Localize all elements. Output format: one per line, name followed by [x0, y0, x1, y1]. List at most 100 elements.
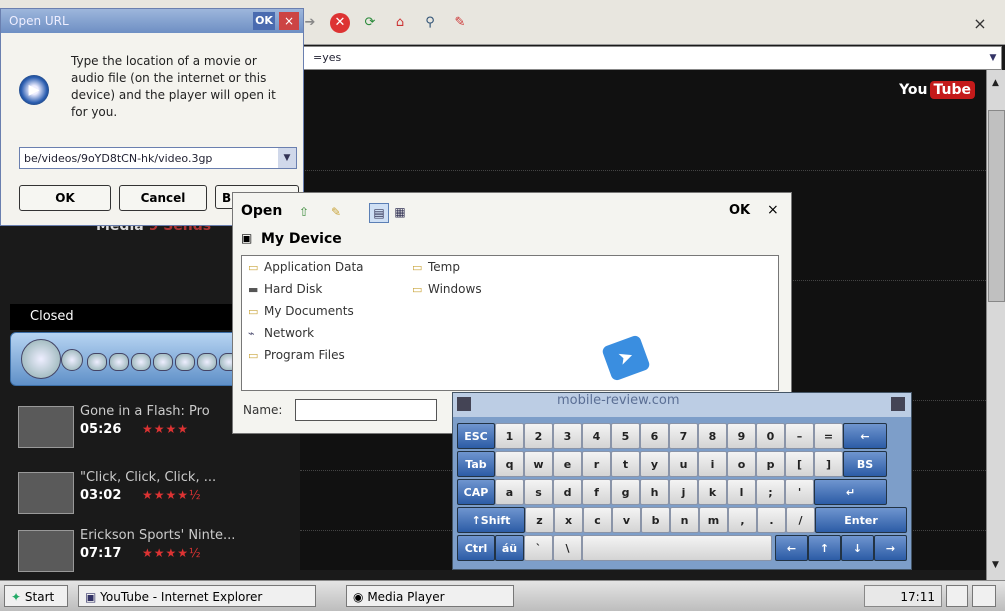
- favorites-icon[interactable]: ✎: [450, 13, 470, 33]
- key-row4-2[interactable]: x: [554, 507, 583, 533]
- chevron-down-icon[interactable]: ▼: [984, 48, 1002, 68]
- key-row2-2[interactable]: w: [524, 451, 553, 477]
- close-icon[interactable]: ×: [968, 12, 992, 36]
- key-row2-11[interactable]: [: [785, 451, 814, 477]
- folder-item[interactable]: ▭ Windows: [412, 282, 482, 296]
- keyboard-menu-icon[interactable]: [457, 397, 471, 411]
- video-thumbnail[interactable]: [18, 472, 74, 514]
- key-arrows-3[interactable]: →: [874, 535, 907, 561]
- key-row1-6[interactable]: 6: [640, 423, 669, 449]
- key-row3-10[interactable]: ;: [756, 479, 785, 505]
- key-row4-0[interactable]: ↑Shift: [457, 507, 525, 533]
- taskbar-item-media-player[interactable]: ◉ Media Player: [346, 585, 514, 607]
- key-row4-5[interactable]: b: [641, 507, 670, 533]
- key-row5-2[interactable]: `: [524, 535, 553, 561]
- up-folder-icon[interactable]: ⇧: [295, 203, 313, 221]
- key-row2-5[interactable]: t: [611, 451, 640, 477]
- previous-icon[interactable]: [87, 353, 107, 371]
- key-row2-0[interactable]: Tab: [457, 451, 495, 477]
- key-bs[interactable]: BS: [843, 451, 887, 477]
- scroll-up-icon[interactable]: ▲: [986, 78, 1005, 96]
- new-folder-icon[interactable]: ✎: [327, 203, 345, 221]
- key-row2-9[interactable]: o: [727, 451, 756, 477]
- folder-item[interactable]: ▭ Application Data: [248, 260, 364, 274]
- stop-icon[interactable]: ✕: [330, 13, 350, 33]
- key-row4-7[interactable]: m: [699, 507, 728, 533]
- key-row1-3[interactable]: 3: [553, 423, 582, 449]
- key-row5-3[interactable]: \: [553, 535, 582, 561]
- key-row2-4[interactable]: r: [582, 451, 611, 477]
- chevron-down-icon[interactable]: ▼: [278, 148, 296, 168]
- key-arrows-2[interactable]: ↓: [841, 535, 874, 561]
- key-row1-2[interactable]: 2: [524, 423, 553, 449]
- folder-item[interactable]: ▭ Temp: [412, 260, 460, 274]
- key-row3-9[interactable]: l: [727, 479, 756, 505]
- key-row3-7[interactable]: j: [669, 479, 698, 505]
- key-row2-8[interactable]: i: [698, 451, 727, 477]
- scroll-down-icon[interactable]: ▼: [986, 560, 1005, 578]
- key-row4-9[interactable]: .: [757, 507, 786, 533]
- key-row3-5[interactable]: g: [611, 479, 640, 505]
- key-row4-10[interactable]: /: [786, 507, 815, 533]
- desktop-icon[interactable]: [946, 585, 968, 607]
- key-row4-6[interactable]: n: [670, 507, 699, 533]
- key-row1-8[interactable]: 8: [698, 423, 727, 449]
- key-row3-2[interactable]: s: [524, 479, 553, 505]
- taskbar-item-ie[interactable]: ▣ YouTube - Internet Explorer: [78, 585, 316, 607]
- list-view-icon[interactable]: ▤: [369, 203, 389, 223]
- key-row2-7[interactable]: u: [669, 451, 698, 477]
- ok-button[interactable]: OK: [19, 185, 111, 211]
- cancel-button[interactable]: Cancel: [119, 185, 207, 211]
- key-row2-10[interactable]: p: [756, 451, 785, 477]
- key-back_arrow[interactable]: ←: [843, 423, 887, 449]
- space-key[interactable]: [582, 535, 772, 561]
- close-icon[interactable]: ×: [279, 12, 299, 30]
- rewind-icon[interactable]: [131, 353, 151, 371]
- volume-icon[interactable]: [175, 353, 195, 371]
- video-title[interactable]: "Click, Click, Click, ...: [80, 470, 216, 485]
- keyboard-hide-icon[interactable]: [891, 397, 905, 411]
- folder-item[interactable]: ▭ Program Files: [248, 348, 345, 362]
- key-row2-1[interactable]: q: [495, 451, 524, 477]
- key-row2-6[interactable]: y: [640, 451, 669, 477]
- url-input[interactable]: be/videos/9oYD8tCN-hk/video.3gp ▼: [19, 147, 297, 169]
- key-row3-6[interactable]: h: [640, 479, 669, 505]
- video-thumbnail[interactable]: [18, 530, 74, 572]
- key-row1-9[interactable]: 9: [727, 423, 756, 449]
- key-row1-1[interactable]: 1: [495, 423, 524, 449]
- address-bar[interactable]: =yes: [300, 46, 1002, 70]
- close-icon[interactable]: ×: [767, 202, 779, 218]
- input-panel-icon[interactable]: [972, 585, 996, 607]
- next-icon[interactable]: [109, 353, 129, 371]
- file-list[interactable]: ▭ Application Data ▬ Hard Disk ▭ My Documen…: [241, 255, 779, 391]
- key-arrows-0[interactable]: ←: [775, 535, 808, 561]
- key-row1-5[interactable]: 5: [611, 423, 640, 449]
- key-row2-12[interactable]: ]: [814, 451, 843, 477]
- key-row4-3[interactable]: c: [583, 507, 612, 533]
- key-row5-0[interactable]: Ctrl: [457, 535, 495, 561]
- list-item[interactable]: Erickson Sports' Ninte... 07:17 ★★★★½: [10, 524, 300, 580]
- key-enter_arrow[interactable]: ↵: [814, 479, 887, 505]
- key-arrows-1[interactable]: ↑: [808, 535, 841, 561]
- folder-item[interactable]: ▭ My Documents: [248, 304, 354, 318]
- fast-forward-icon[interactable]: [153, 353, 173, 371]
- video-title[interactable]: Erickson Sports' Ninte...: [80, 528, 235, 543]
- key-row2-3[interactable]: e: [553, 451, 582, 477]
- fullscreen-icon[interactable]: [197, 353, 217, 371]
- home-icon[interactable]: ⌂: [390, 13, 410, 33]
- key-row1-11[interactable]: –: [785, 423, 814, 449]
- folder-item[interactable]: ▬ Hard Disk: [248, 282, 322, 296]
- start-button[interactable]: ✦ Start: [4, 585, 68, 607]
- key-row3-11[interactable]: ': [785, 479, 814, 505]
- ok-button[interactable]: OK: [253, 12, 275, 30]
- key-row3-1[interactable]: a: [495, 479, 524, 505]
- key-row3-3[interactable]: d: [553, 479, 582, 505]
- ok-button[interactable]: OK: [729, 203, 750, 218]
- clock[interactable]: 17:11: [864, 585, 942, 607]
- scroll-thumb[interactable]: [988, 110, 1005, 302]
- location-selector[interactable]: My Device: [261, 231, 342, 247]
- key-row4-4[interactable]: v: [612, 507, 641, 533]
- key-enter[interactable]: Enter: [815, 507, 907, 533]
- key-row1-0[interactable]: ESC: [457, 423, 495, 449]
- key-row1-4[interactable]: 4: [582, 423, 611, 449]
